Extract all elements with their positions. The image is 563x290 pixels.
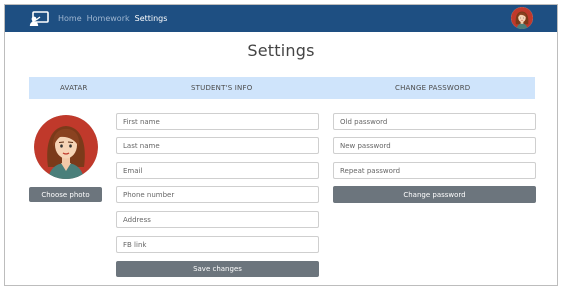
choose-photo-button[interactable]: Choose photo xyxy=(29,187,102,202)
nav-link-home[interactable]: Home xyxy=(58,14,82,23)
profile-avatar xyxy=(34,115,98,179)
section-header-avatar: AVATAR xyxy=(60,84,88,92)
email-field[interactable] xyxy=(116,162,319,179)
page-title: Settings xyxy=(247,41,315,60)
user-avatar[interactable] xyxy=(511,7,533,29)
nav-link-homework[interactable]: Homework xyxy=(87,14,130,23)
old-password-field[interactable] xyxy=(333,113,536,130)
section-header-students-info: STUDENT'S INFO xyxy=(191,84,253,92)
new-password-field[interactable] xyxy=(333,137,536,154)
last-name-field[interactable] xyxy=(116,137,319,154)
first-name-field[interactable] xyxy=(116,113,319,130)
fb-link-field[interactable] xyxy=(116,236,319,253)
app-window: Home Homework Settings Settings AVATAR S… xyxy=(4,4,558,286)
repeat-password-field[interactable] xyxy=(333,162,536,179)
classroom-presentation-icon[interactable] xyxy=(29,11,49,26)
section-header-change-password: CHANGE PASSWORD xyxy=(395,84,471,92)
nav-link-settings[interactable]: Settings xyxy=(135,14,168,23)
section-header-bar: AVATAR STUDENT'S INFO CHANGE PASSWORD xyxy=(29,77,535,99)
nav-links: Home Homework Settings xyxy=(58,5,172,32)
save-changes-button[interactable]: Save changes xyxy=(116,261,319,277)
change-password-button[interactable]: Change password xyxy=(333,186,536,203)
top-navbar: Home Homework Settings xyxy=(5,5,557,32)
phone-number-field[interactable] xyxy=(116,186,319,203)
address-field[interactable] xyxy=(116,211,319,228)
